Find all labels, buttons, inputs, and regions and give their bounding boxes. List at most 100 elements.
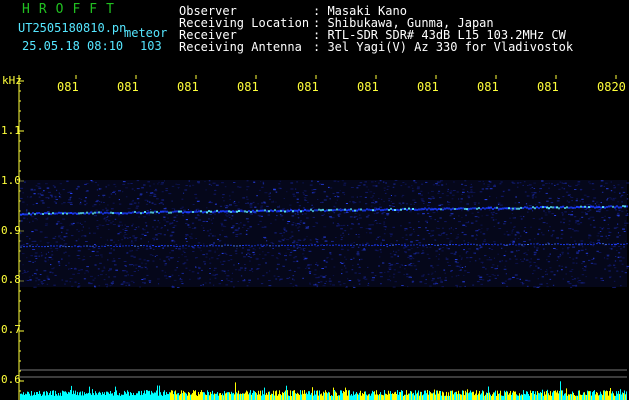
intensity-bar: [40, 393, 41, 400]
secondary-trace: [38, 246, 40, 248]
noise-speck: [520, 259, 522, 260]
intensity-bar: [225, 393, 226, 400]
noise-speck: [365, 191, 369, 193]
noise-speck: [235, 235, 238, 237]
noise-speck: [428, 257, 431, 259]
noise-speck: [418, 242, 422, 244]
carrier-trace: [56, 212, 58, 215]
secondary-trace: [308, 244, 310, 246]
noise-speck: [622, 191, 626, 193]
intensity-bar: [563, 395, 564, 400]
noise-speck: [394, 264, 396, 266]
carrier-trace: [356, 209, 358, 212]
noise-speck: [342, 192, 345, 194]
intensity-bar: [223, 395, 224, 400]
noise-speck: [528, 261, 532, 263]
noise-speck: [390, 264, 394, 266]
noise-speck: [301, 213, 304, 215]
carrier-trace: [346, 209, 348, 212]
noise-speck: [228, 214, 231, 216]
noise-speck: [341, 273, 343, 275]
noise-speck: [392, 226, 395, 228]
noise-speck: [208, 235, 210, 237]
noise-speck: [234, 269, 238, 271]
noise-speck: [621, 263, 624, 265]
noise-speck: [139, 193, 143, 195]
noise-speck: [68, 268, 72, 270]
noise-speck: [137, 270, 139, 271]
noise-speck: [426, 230, 429, 231]
noise-speck: [544, 271, 547, 273]
noise-speck: [109, 268, 112, 270]
noise-speck: [201, 225, 203, 226]
noise-speck: [112, 192, 115, 193]
noise-speck: [383, 226, 387, 228]
secondary-trace: [311, 244, 313, 246]
noise-speck: [461, 216, 463, 218]
noise-speck: [530, 258, 532, 260]
noise-speck: [198, 266, 200, 268]
intensity-bar: [98, 392, 99, 400]
noise-speck: [411, 247, 413, 249]
noise-speck: [296, 198, 299, 200]
intensity-bar: [72, 394, 73, 400]
noise-speck: [234, 250, 238, 252]
noise-speck: [541, 276, 544, 278]
noise-speck: [113, 258, 115, 260]
noise-speck: [412, 263, 415, 265]
noise-speck: [62, 189, 65, 191]
carrier-trace: [602, 206, 604, 209]
noise-speck: [613, 286, 617, 288]
noise-speck: [306, 266, 308, 268]
noise-speck: [533, 192, 537, 194]
noise-speck: [227, 260, 230, 262]
noise-speck: [228, 217, 231, 218]
noise-speck: [58, 196, 61, 198]
intensity-bar: [432, 393, 433, 400]
carrier-trace: [286, 210, 288, 213]
noise-speck: [489, 195, 491, 197]
secondary-trace: [599, 243, 601, 245]
intensity-bar: [438, 393, 439, 400]
noise-speck: [89, 232, 91, 234]
noise-speck: [303, 256, 306, 258]
noise-speck: [593, 197, 597, 199]
noise-speck: [127, 208, 131, 210]
noise-speck: [489, 256, 491, 258]
intensity-bar: [552, 392, 553, 400]
secondary-trace: [437, 244, 439, 246]
app-title: HROFFT: [22, 2, 123, 17]
noise-speck: [554, 184, 556, 186]
noise-speck: [219, 234, 221, 236]
noise-speck: [538, 286, 541, 287]
intensity-bar: [319, 390, 320, 400]
noise-speck: [169, 223, 172, 225]
noise-speck: [326, 196, 329, 198]
secondary-trace: [191, 245, 193, 247]
noise-speck: [503, 268, 507, 270]
noise-speck: [215, 184, 219, 186]
noise-speck: [545, 183, 548, 184]
intensity-bar: [374, 391, 375, 400]
noise-speck: [550, 271, 554, 273]
noise-speck: [144, 234, 147, 236]
noise-speck: [103, 267, 106, 269]
noise-speck: [535, 265, 538, 267]
noise-speck: [280, 215, 284, 217]
noise-speck: [117, 224, 121, 226]
secondary-trace: [470, 243, 472, 245]
intensity-bar: [251, 394, 252, 400]
noise-speck: [160, 183, 164, 185]
secondary-trace: [242, 245, 244, 246]
intensity-bar: [202, 392, 203, 400]
intensity-bar: [152, 392, 153, 400]
noise-speck: [27, 196, 29, 198]
noise-speck: [290, 237, 292, 239]
carrier-trace: [24, 213, 26, 216]
noise-speck: [373, 203, 376, 204]
secondary-trace: [410, 244, 412, 246]
noise-speck: [123, 235, 125, 237]
noise-speck: [108, 196, 111, 198]
noise-speck: [54, 236, 57, 238]
noise-speck: [107, 215, 109, 217]
